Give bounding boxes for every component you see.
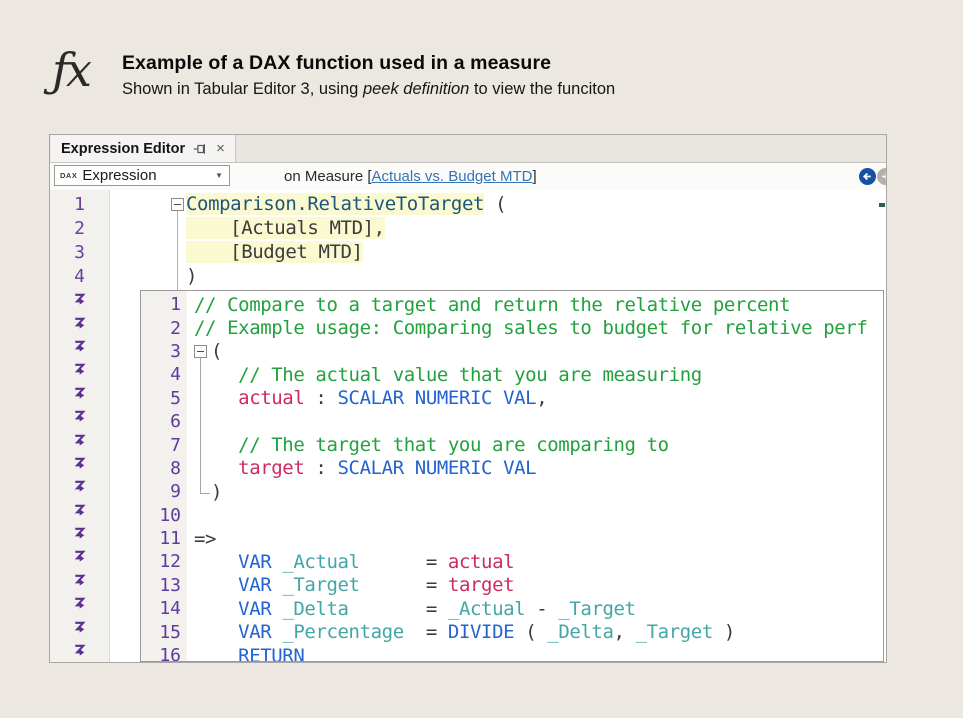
peek-code-line: 1// Compare to a target and return the r… <box>141 293 883 316</box>
chevron-down-icon: ▼ <box>215 171 223 180</box>
peek-line-number: 2 <box>141 318 181 339</box>
code-line: [Actuals MTD], <box>50 216 886 240</box>
navigate-back-button[interactable] <box>859 168 876 185</box>
peek-code-lines: 1// Compare to a target and return the r… <box>141 293 883 662</box>
fx-function-icon: ƒx <box>52 40 114 100</box>
peek-definition-icon <box>72 549 87 564</box>
page-background: ƒx Example of a DAX function used in a m… <box>0 0 963 718</box>
peek-line-number: 4 <box>141 364 181 385</box>
peek-definition-window[interactable]: 1// Compare to a target and return the r… <box>140 290 884 662</box>
peek-code-line: 5 actual : SCALAR NUMERIC VAL, <box>141 387 883 410</box>
tab-label: Expression Editor <box>61 141 185 157</box>
close-icon[interactable]: × <box>214 141 227 156</box>
peek-line-number: 6 <box>141 411 181 432</box>
peek-definition-icon <box>72 620 87 635</box>
peek-code-line: 12 VAR _Actual = actual <box>141 550 883 573</box>
expression-dropdown[interactable]: DAX Expression ▼ <box>54 165 230 186</box>
peek-line-number: 14 <box>141 598 181 619</box>
peek-line-number: 15 <box>141 622 181 643</box>
peek-line-number: 8 <box>141 458 181 479</box>
peek-code-line: 16 RETURN <box>141 644 883 662</box>
peek-definition-icon <box>72 503 87 518</box>
peek-code-line: 6 <box>141 410 883 433</box>
peek-definition-icon <box>72 339 87 354</box>
peek-code-line: 8 target : SCALAR NUMERIC VAL <box>141 457 883 480</box>
peek-definition-icon <box>72 573 87 588</box>
peek-line-number: 3 <box>141 341 181 362</box>
peek-line-number: 5 <box>141 388 181 409</box>
peek-definition-icon <box>72 409 87 424</box>
context-prefix: on Measure [ <box>284 168 372 185</box>
outer-code-lines: Comparison.RelativeToTarget ( [Actuals M… <box>50 192 886 288</box>
peek-line-number: 1 <box>141 294 181 315</box>
peek-definition-icon <box>72 526 87 541</box>
fold-collapse-icon[interactable] <box>194 345 207 358</box>
editor-toolbar: DAX Expression ▼ on Measure [Actuals vs.… <box>50 163 886 191</box>
page-subtitle: Shown in Tabular Editor 3, using peek de… <box>122 80 615 99</box>
peek-code-line: 7 // The target that you are comparing t… <box>141 433 883 456</box>
code-line: ) <box>50 264 886 288</box>
peek-code-line: 2// Example usage: Comparing sales to bu… <box>141 316 883 339</box>
context-suffix: ] <box>532 168 536 185</box>
peek-line-number: 13 <box>141 575 181 596</box>
dropdown-selected-value: Expression <box>82 167 215 184</box>
peek-line-number: 7 <box>141 435 181 456</box>
peek-definition-icon <box>72 456 87 471</box>
subtitle-pre: Shown in Tabular Editor 3, using <box>122 80 363 98</box>
peek-code-line: 4 // The actual value that you are measu… <box>141 363 883 386</box>
dax-code-editor[interactable]: 1234 Comparison.RelativeToTarget ( [Actu… <box>50 190 886 662</box>
peek-definition-icon <box>72 386 87 401</box>
peek-definition-icon <box>72 316 87 331</box>
peek-code-line: 13 VAR _Target = target <box>141 574 883 597</box>
peek-line-number: 10 <box>141 505 181 526</box>
document-map-marker <box>879 203 885 207</box>
expression-editor-window: Expression Editor × DAX Expression ▼ on … <box>49 134 887 663</box>
measure-context: on Measure [Actuals vs. Budget MTD] <box>284 163 537 189</box>
peek-line-number: 11 <box>141 528 181 549</box>
peek-code-line: 3( <box>141 340 883 363</box>
peek-line-number: 12 <box>141 551 181 572</box>
subtitle-post: to view the funciton <box>469 80 615 98</box>
measure-link[interactable]: Actuals vs. Budget MTD <box>372 168 533 185</box>
peek-definition-icon <box>72 596 87 611</box>
navigate-forward-button[interactable] <box>877 168 886 185</box>
peek-definition-icon <box>72 479 87 494</box>
peek-definition-icon <box>72 643 87 658</box>
peek-code-line: 10 <box>141 504 883 527</box>
peek-code-line: 11=> <box>141 527 883 550</box>
peek-code-line: 9) <box>141 480 883 503</box>
peek-definition-icon <box>72 292 87 307</box>
code-line: Comparison.RelativeToTarget ( <box>50 192 886 216</box>
peek-definition-icon <box>72 433 87 448</box>
tab-bar: Expression Editor × <box>50 135 886 163</box>
tab-expression-editor[interactable]: Expression Editor × <box>51 135 236 162</box>
code-line: [Budget MTD] <box>50 240 886 264</box>
peek-definition-icon <box>72 362 87 377</box>
peek-code-line: 15 VAR _Percentage = DIVIDE ( _Delta, _T… <box>141 620 883 643</box>
pin-icon[interactable] <box>192 142 207 156</box>
dax-language-badge: DAX <box>60 171 77 180</box>
peek-line-number: 9 <box>141 481 181 502</box>
subtitle-italic: peek definition <box>363 80 469 98</box>
page-title: Example of a DAX function used in a meas… <box>122 52 551 75</box>
peek-line-number: 16 <box>141 645 181 662</box>
peek-code-line: 14 VAR _Delta = _Actual - _Target <box>141 597 883 620</box>
